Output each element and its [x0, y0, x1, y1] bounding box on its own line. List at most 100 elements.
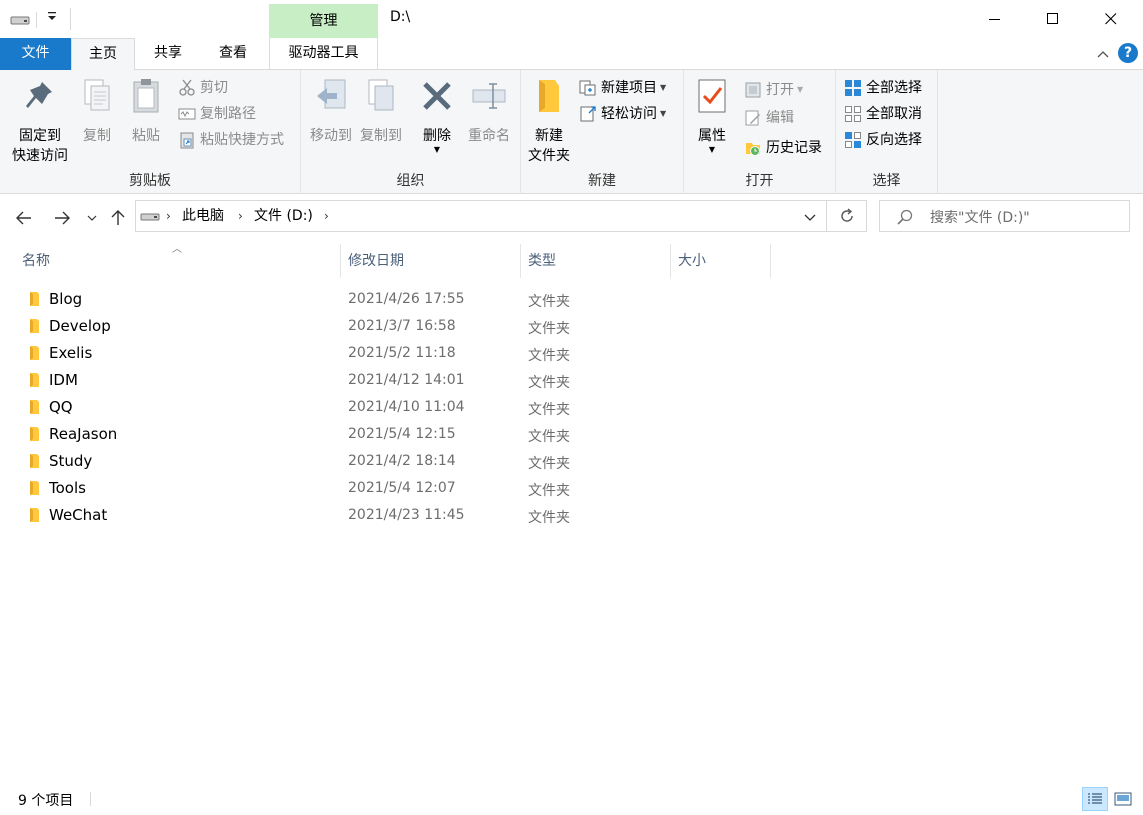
file-type: 文件夹	[528, 429, 570, 445]
close-button[interactable]	[1082, 0, 1140, 38]
properties-icon	[698, 79, 726, 113]
file-row[interactable]: WeChat 2021/4/23 11:45 文件夹	[16, 502, 1128, 529]
breadcrumb-this-pc[interactable]: 此电脑	[182, 206, 224, 226]
select-group-label: 选择	[872, 173, 901, 189]
drive-icon[interactable]	[10, 14, 30, 26]
search-box[interactable]: 搜索"文件 (D:)"	[879, 200, 1130, 232]
breadcrumb-chevron-icon[interactable]: ›	[166, 206, 171, 226]
tab-drive-tools[interactable]: 驱动器工具	[269, 38, 378, 70]
folder-icon	[30, 292, 39, 306]
forward-button[interactable]	[50, 206, 74, 230]
folder-icon	[30, 427, 39, 441]
file-row[interactable]: Study 2021/4/2 18:14 文件夹	[16, 448, 1128, 475]
file-row[interactable]: Blog 2021/4/26 17:55 文件夹	[16, 286, 1128, 313]
edit-label: 编辑	[766, 110, 794, 126]
file-date: 2021/3/7 16:58	[348, 318, 456, 334]
breadcrumb-chevron-icon[interactable]: ›	[238, 206, 243, 226]
select-all-button[interactable]: 全部选择	[844, 76, 922, 100]
history-label: 历史记录	[766, 140, 822, 156]
address-history-chevron-icon[interactable]	[804, 214, 816, 222]
move-to-button[interactable]: 移动到	[305, 76, 357, 146]
column-divider[interactable]	[520, 244, 521, 278]
minimize-button[interactable]	[966, 0, 1024, 38]
easy-access-icon	[580, 106, 596, 122]
maximize-button[interactable]	[1024, 0, 1082, 38]
column-header-name[interactable]: 名称	[22, 244, 50, 278]
cut-button[interactable]: 剪切	[178, 76, 228, 100]
file-row[interactable]: Develop 2021/3/7 16:58 文件夹	[16, 313, 1128, 340]
paste-button[interactable]: 粘贴	[124, 76, 168, 146]
new-folder-button[interactable]: 新建 文件夹	[525, 76, 573, 166]
back-button[interactable]	[12, 206, 36, 230]
file-date: 2021/4/12 14:01	[348, 372, 465, 388]
customize-quick-access-icon[interactable]	[46, 10, 58, 28]
recent-locations-button[interactable]	[82, 206, 102, 230]
invert-selection-button[interactable]: 反向选择	[844, 128, 922, 152]
folder-icon	[30, 508, 39, 522]
copy-path-button[interactable]: 复制路径	[178, 102, 256, 126]
refresh-button[interactable]	[827, 200, 867, 232]
clipboard-group: 固定到 快速访问 复制 粘贴 剪切 复制路径 粘贴快捷方式 剪贴板	[0, 70, 301, 194]
open-icon	[745, 82, 761, 98]
status-bar: 9 个项目	[0, 782, 1143, 815]
file-type: 文件夹	[528, 510, 570, 526]
properties-dropdown-caret: ▼	[708, 145, 716, 154]
pin-icon	[26, 82, 52, 108]
folder-icon	[30, 346, 39, 360]
column-header-type[interactable]: 类型	[528, 244, 556, 278]
tab-view[interactable]: 查看	[201, 38, 265, 70]
help-icon[interactable]: ?	[1118, 43, 1138, 63]
column-header-date[interactable]: 修改日期	[348, 244, 404, 278]
minimize-icon	[989, 19, 1000, 20]
scissors-icon	[179, 79, 195, 96]
large-icons-view-button[interactable]	[1110, 787, 1136, 811]
file-name: Blog	[49, 290, 83, 308]
file-date: 2021/5/2 11:18	[348, 345, 456, 361]
open-button[interactable]: 打开 ▼	[744, 78, 803, 102]
rename-button[interactable]: 重命名	[461, 76, 517, 146]
file-date: 2021/4/26 17:55	[348, 291, 465, 307]
column-divider[interactable]	[770, 244, 771, 278]
file-row[interactable]: QQ 2021/4/10 11:04 文件夹	[16, 394, 1128, 421]
breadcrumb-chevron-icon[interactable]: ›	[324, 206, 329, 226]
tab-home[interactable]: 主页	[71, 38, 135, 71]
delete-label: 删除	[423, 128, 451, 144]
paste-icon	[133, 79, 159, 113]
file-row[interactable]: Exelis 2021/5/2 11:18 文件夹	[16, 340, 1128, 367]
easy-access-caret: ▼	[660, 109, 667, 118]
pin-quick-access-button[interactable]: 固定到 快速访问	[8, 76, 72, 166]
edit-button[interactable]: 编辑	[744, 106, 794, 130]
file-row[interactable]: ReaJason 2021/5/4 12:15 文件夹	[16, 421, 1128, 448]
details-view-icon	[1088, 793, 1102, 804]
file-row[interactable]: Tools 2021/5/4 12:07 文件夹	[16, 475, 1128, 502]
tab-file[interactable]: 文件	[0, 38, 71, 70]
properties-button[interactable]: 属性 ▼	[690, 76, 734, 154]
ribbon-tab-row: 文件 主页 共享 查看 驱动器工具 ?	[0, 38, 1143, 71]
file-type: 文件夹	[528, 321, 570, 337]
collapse-ribbon-icon[interactable]	[1095, 46, 1111, 62]
address-bar[interactable]: › 此电脑 › 文件 (D:) ›	[135, 200, 827, 232]
file-row[interactable]: IDM 2021/4/12 14:01 文件夹	[16, 367, 1128, 394]
navigation-bar: › 此电脑 › 文件 (D:) › 搜索"文件 (D:)"	[0, 194, 1143, 242]
up-button[interactable]	[106, 206, 130, 230]
file-name: Study	[49, 452, 93, 470]
paste-label: 粘贴	[132, 128, 160, 144]
column-header-size[interactable]: 大小	[678, 244, 706, 278]
copy-to-button[interactable]: 复制到	[355, 76, 407, 146]
edit-icon	[745, 110, 760, 126]
folder-icon	[30, 373, 39, 387]
paste-shortcut-button[interactable]: 粘贴快捷方式	[178, 128, 284, 152]
details-view-button[interactable]	[1082, 787, 1108, 811]
new-item-button[interactable]: 新建项目 ▼	[579, 76, 666, 100]
select-none-button[interactable]: 全部取消	[844, 102, 922, 126]
copy-button[interactable]: 复制	[76, 76, 118, 146]
copy-path-icon	[178, 108, 196, 120]
delete-button[interactable]: 删除 ▼	[417, 76, 457, 154]
tab-share[interactable]: 共享	[137, 38, 199, 70]
column-divider[interactable]	[340, 244, 341, 278]
easy-access-button[interactable]: 轻松访问 ▼	[579, 102, 666, 126]
file-type: 文件夹	[528, 348, 570, 364]
column-divider[interactable]	[670, 244, 671, 278]
history-button[interactable]: 历史记录	[744, 136, 822, 160]
breadcrumb-drive-d[interactable]: 文件 (D:)	[254, 206, 313, 226]
